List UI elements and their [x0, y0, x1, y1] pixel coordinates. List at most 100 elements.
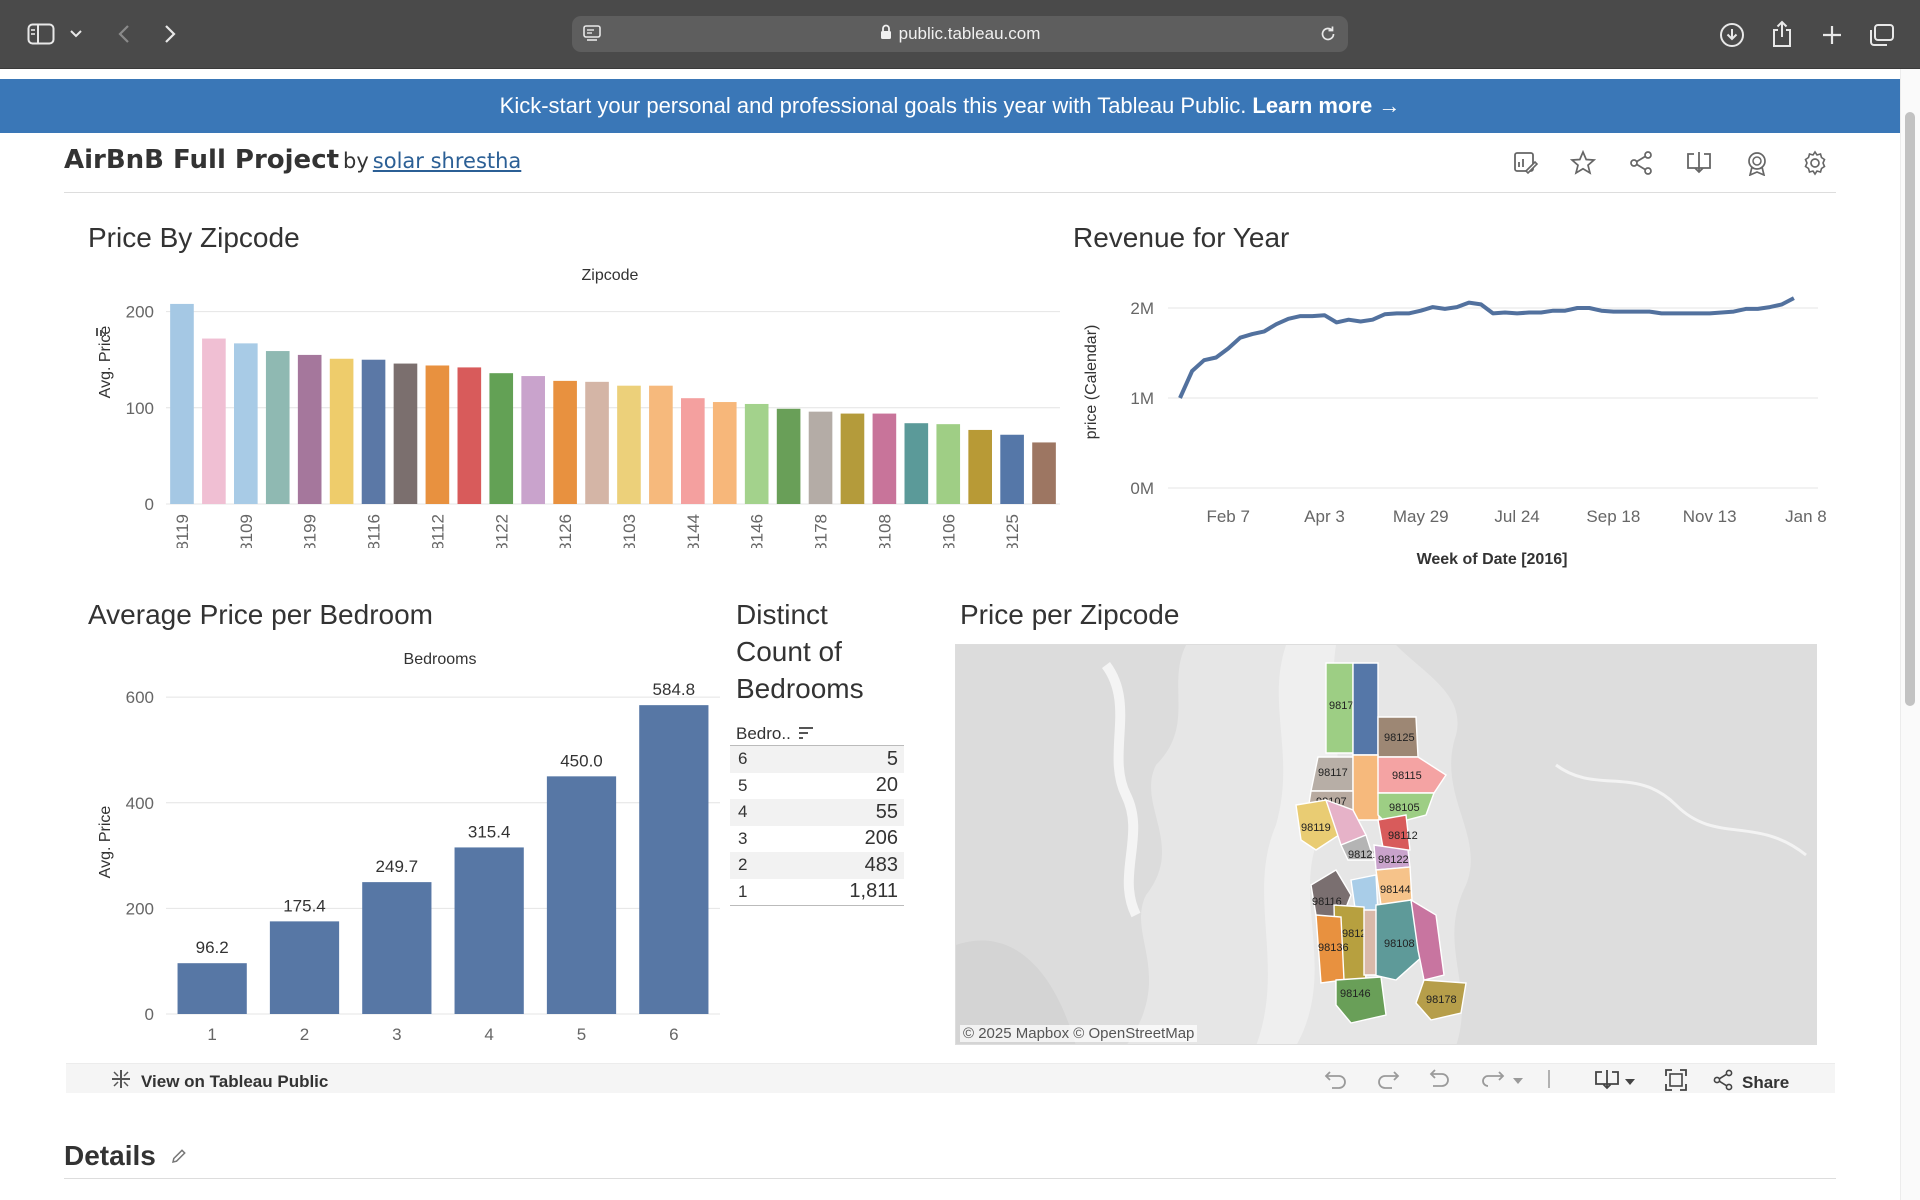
bedroom-bar[interactable] — [546, 776, 617, 1014]
settings-gear-icon[interactable] — [1786, 148, 1844, 178]
zipcode-region-label: 98115 — [1392, 770, 1422, 782]
bedroom-bars[interactable] — [177, 705, 709, 1014]
favorite-star-icon[interactable] — [1554, 148, 1612, 178]
bedroom-data-label: 450.0 — [560, 751, 603, 770]
reader-mode-icon[interactable] — [582, 24, 602, 49]
back-arrow-icon[interactable] — [104, 16, 144, 52]
zipcode-regions[interactable]: 9817798125981179811598107981059811998112… — [956, 645, 1817, 1045]
revenue-y-tick: 0M — [1130, 479, 1154, 498]
zip-bar[interactable] — [457, 367, 482, 504]
zip-bar[interactable] — [329, 358, 354, 504]
bedroom-count-value: 1,811 — [849, 880, 898, 903]
zip-bar[interactable] — [808, 411, 833, 504]
zip-bar[interactable] — [872, 413, 897, 504]
bedroom-chart-title: Average Price per Bedroom — [88, 599, 433, 630]
avg-price-per-bedroom-chart[interactable]: 0 200 400 600 96.2 175.4 249.7 315.4 450.0 584.8… — [70, 646, 730, 1046]
tab-group-chevron-down-icon[interactable] — [66, 20, 86, 48]
zip-x-tick: 98146 — [748, 514, 767, 548]
bedroom-bar[interactable] — [454, 847, 524, 1014]
zip-bars[interactable] — [170, 303, 1056, 504]
sidebar-toggle-icon[interactable] — [24, 20, 58, 48]
bedroom-table-row[interactable]: 2 483 — [730, 852, 904, 879]
edit-viz-icon[interactable] — [1496, 148, 1554, 178]
price-by-zipcode-chart[interactable]: 0100200 98119 98109 98199 98116 98112 98122 98… — [70, 268, 1060, 548]
bedroom-table-row[interactable]: 4 55 — [730, 799, 904, 826]
address-bar[interactable]: public.tableau.com — [572, 16, 1348, 52]
refresh-icon[interactable] — [1480, 1068, 1506, 1095]
download-viz-icon[interactable] — [1594, 1069, 1620, 1096]
bedroom-bar[interactable] — [269, 921, 340, 1014]
zip-bar[interactable] — [489, 373, 514, 504]
zip-x-tick: 98178 — [812, 514, 831, 548]
revert-icon[interactable] — [1428, 1068, 1452, 1095]
share-network-icon[interactable] — [1612, 148, 1670, 178]
zip-bar[interactable] — [649, 385, 673, 504]
learn-more-link[interactable]: Learn more → — [1252, 93, 1400, 119]
share-sheet-icon[interactable] — [1764, 16, 1800, 52]
bedroom-table-row[interactable]: 1 1,811 — [730, 879, 904, 906]
zip-bar[interactable] — [202, 338, 226, 504]
details-divider — [64, 1178, 1836, 1179]
zip-bar[interactable] — [265, 351, 290, 504]
award-badge-icon[interactable] — [1728, 148, 1786, 178]
zipcode-region[interactable] — [1352, 662, 1379, 756]
bedroom-bar[interactable] — [639, 705, 709, 1014]
redo-icon[interactable] — [1376, 1068, 1400, 1095]
zip-bar[interactable] — [1032, 442, 1056, 504]
bedroom-table-row[interactable]: 5 20 — [730, 773, 904, 800]
zip-x-tick: 98103 — [620, 514, 639, 548]
revenue-line-chart[interactable]: 0M 1M 2M Feb 7 Apr 3 May 29 Jul 24 Sep 18 Nov 1… — [1070, 268, 1830, 578]
zip-bar[interactable] — [521, 376, 545, 504]
download-icon[interactable] — [1670, 148, 1728, 178]
zip-bar[interactable] — [170, 303, 194, 504]
share-button[interactable]: Share — [1712, 1069, 1789, 1096]
zip-bar[interactable] — [904, 423, 929, 504]
edit-pencil-icon[interactable] — [170, 1140, 188, 1172]
zip-bar[interactable] — [968, 429, 992, 504]
bedroom-table-header[interactable]: Bedro.. — [730, 722, 904, 746]
zipcode-region[interactable] — [1352, 754, 1380, 821]
zipcode-region[interactable] — [1335, 976, 1387, 1024]
zip-bar[interactable] — [840, 413, 865, 504]
revenue-x-tick: Apr 3 — [1304, 507, 1345, 526]
forward-arrow-icon[interactable] — [150, 16, 190, 52]
zip-bar[interactable] — [1000, 434, 1024, 504]
bedroom-x-axis-ticks: 1 2 3 4 5 6 — [207, 1025, 678, 1044]
zip-bar[interactable] — [585, 381, 609, 504]
view-on-tableau-public-button[interactable]: View on Tableau Public — [110, 1068, 328, 1095]
page-scrollbar-thumb[interactable] — [1905, 112, 1915, 706]
details-section-title: Details — [64, 1140, 188, 1172]
fullscreen-icon[interactable] — [1664, 1068, 1688, 1097]
tab-overview-icon[interactable] — [1864, 18, 1900, 52]
zip-bar[interactable] — [744, 403, 769, 504]
bedroom-y-tick: 200 — [126, 899, 154, 918]
new-tab-plus-icon[interactable] — [1814, 18, 1850, 52]
zip-bar[interactable] — [553, 380, 577, 504]
zipcode-region[interactable] — [1410, 898, 1445, 981]
zip-bar[interactable] — [681, 398, 705, 504]
zip-bar[interactable] — [776, 408, 801, 504]
refresh-dropdown-chevron-icon[interactable] — [1512, 1073, 1524, 1091]
sort-descending-icon[interactable] — [798, 724, 813, 744]
zip-bar[interactable] — [297, 354, 322, 504]
zip-bar[interactable] — [617, 385, 641, 504]
zip-bar[interactable] — [712, 402, 737, 504]
price-per-zipcode-map[interactable]: 9817798125981179811598107981059811998112… — [955, 644, 1817, 1045]
bedroom-bar[interactable] — [362, 882, 432, 1014]
download-dropdown-chevron-icon[interactable] — [1624, 1074, 1636, 1092]
bedroom-bar[interactable] — [177, 963, 247, 1014]
zip-bar[interactable] — [361, 359, 386, 504]
zip-x-tick: 98144 — [684, 514, 703, 548]
revenue-series-line[interactable] — [1178, 296, 1795, 399]
bedroom-table-row[interactable]: 3 206 — [730, 826, 904, 853]
zip-bar[interactable] — [234, 343, 258, 504]
zip-bar[interactable] — [425, 365, 450, 504]
zipcode-region[interactable] — [1363, 909, 1377, 976]
zip-bar[interactable] — [936, 424, 961, 504]
reload-icon[interactable] — [1318, 24, 1338, 49]
downloads-icon[interactable] — [1714, 18, 1750, 52]
zip-bar[interactable] — [393, 363, 418, 504]
undo-icon[interactable] — [1324, 1068, 1348, 1095]
author-link[interactable]: solar shrestha — [373, 149, 522, 173]
bedroom-table-row[interactable]: 65 — [730, 746, 904, 773]
